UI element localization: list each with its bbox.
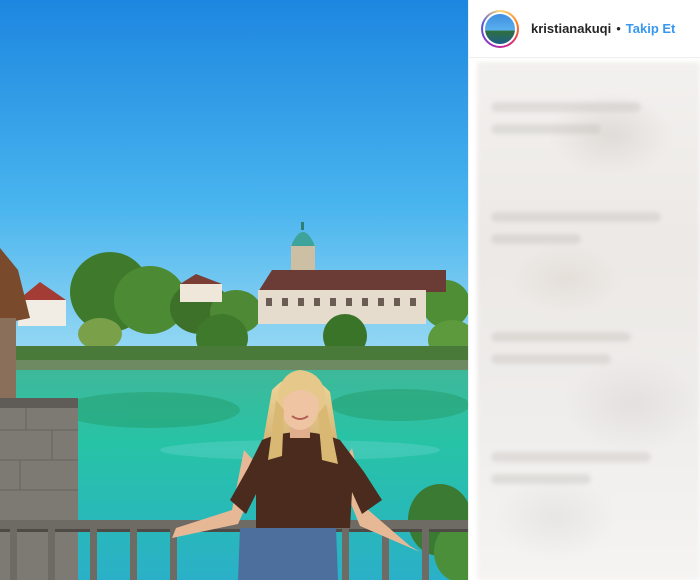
comments-area-blurred <box>477 62 700 580</box>
blurred-text-line <box>491 212 661 222</box>
blurred-text-line <box>491 124 601 134</box>
instagram-post: kristianakuqi • Takip Et <box>0 0 700 580</box>
blurred-text-line <box>491 452 651 462</box>
post-header: kristianakuqi • Takip Et <box>469 0 700 58</box>
blurred-text-line <box>491 102 641 112</box>
blurred-text-line <box>491 332 631 342</box>
blurred-text-line <box>491 474 591 484</box>
blurred-text-line <box>491 234 581 244</box>
photo-scene <box>0 0 468 580</box>
username-link[interactable]: kristianakuqi <box>531 21 611 36</box>
blurred-text-line <box>491 354 611 364</box>
follow-button[interactable]: Takip Et <box>626 21 676 36</box>
avatar-image <box>485 13 515 44</box>
avatar[interactable] <box>481 9 519 48</box>
avatar-ring <box>483 11 517 46</box>
post-photo[interactable] <box>0 0 468 580</box>
post-sidebar: kristianakuqi • Takip Et <box>468 0 700 580</box>
separator-dot: • <box>616 21 621 36</box>
